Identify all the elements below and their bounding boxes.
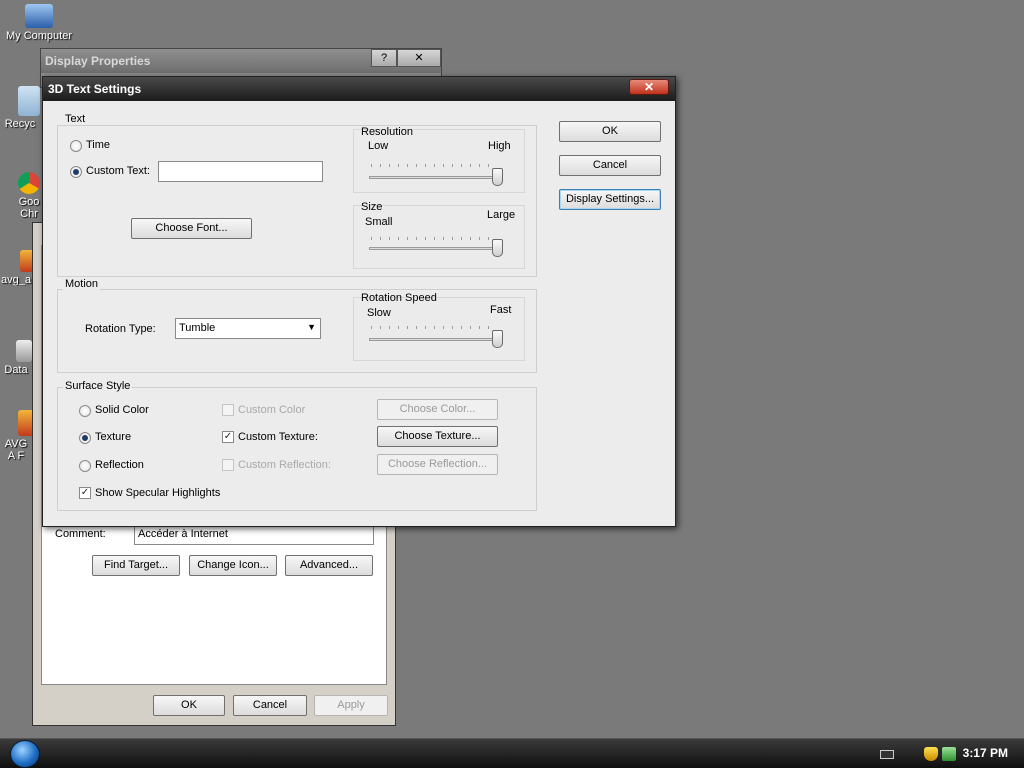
help-button[interactable]: ?	[371, 49, 397, 67]
choose-color-button[interactable]: Choose Color...	[377, 399, 498, 420]
motion-group-label: Motion	[63, 278, 101, 290]
rotation-speed-min-label: Slow	[367, 307, 391, 319]
reflection-radio[interactable]	[79, 460, 91, 472]
size-max-label: Large	[487, 209, 516, 221]
size-slider-track	[369, 247, 501, 250]
desktop-icon-google-chrome[interactable]: Goo Chr	[14, 172, 44, 220]
ok-button[interactable]: OK	[559, 121, 661, 142]
cancel-button[interactable]: Cancel	[559, 155, 661, 176]
rotation-type-label: Rotation Type:	[85, 323, 156, 335]
time-radio[interactable]	[70, 140, 82, 152]
change-icon-button[interactable]: Change Icon...	[189, 555, 277, 576]
solid-color-label[interactable]: Solid Color	[95, 404, 149, 416]
cancel-button[interactable]: Cancel	[233, 695, 307, 716]
3d-text-settings-dialog: 3D Text Settings ✕ Text Time Custom Text…	[42, 76, 676, 527]
desktop-icon-data[interactable]: Data	[0, 340, 32, 376]
texture-label[interactable]: Texture	[95, 431, 131, 443]
custom-color-checkbox[interactable]	[222, 404, 234, 416]
custom-text-radio[interactable]	[70, 166, 82, 178]
close-button[interactable]: ✕	[629, 79, 669, 95]
computer-icon	[25, 4, 53, 28]
window-title: Display Properties	[45, 54, 151, 68]
size-slider-thumb[interactable]	[492, 239, 503, 257]
resolution-ticks	[371, 164, 497, 167]
network-icon[interactable]	[942, 747, 956, 761]
desktop-icon-label: My Computer	[5, 30, 73, 42]
avg-icon	[20, 250, 32, 272]
resolution-slider-track	[369, 176, 501, 179]
custom-reflection-label: Custom Reflection:	[238, 459, 331, 471]
apply-button[interactable]: Apply	[314, 695, 388, 716]
desktop-icon-recycle-bin[interactable]: Recyc	[0, 86, 42, 130]
custom-color-label: Custom Color	[238, 404, 306, 416]
size-ticks	[371, 237, 497, 240]
custom-texture-label[interactable]: Custom Texture:	[238, 431, 318, 443]
size-label: Size	[361, 201, 383, 213]
choose-font-button[interactable]: Choose Font...	[131, 218, 252, 239]
desktop-icon-label: AVG A F	[4, 438, 28, 462]
rotation-type-value: Tumble	[179, 322, 216, 334]
desktop-icon-label: Data	[4, 364, 28, 376]
custom-texture-checkbox[interactable]: ✓	[222, 431, 234, 443]
dialog-titlebar: 3D Text Settings ✕	[43, 77, 675, 101]
choose-texture-button[interactable]: Choose Texture...	[377, 426, 498, 447]
time-label[interactable]: Time	[86, 139, 110, 151]
surface-style-group-label: Surface Style	[63, 380, 133, 392]
rotation-speed-ticks	[371, 326, 497, 329]
close-button[interactable]: ✕	[397, 49, 441, 67]
custom-reflection-checkbox[interactable]	[222, 459, 234, 471]
rotation-speed-max-label: Fast	[490, 304, 512, 316]
texture-radio[interactable]	[79, 432, 91, 444]
system-clock[interactable]: 3:17 PM	[963, 746, 1008, 760]
shortcut-icon	[16, 340, 32, 362]
ok-button[interactable]: OK	[153, 695, 225, 716]
desktop-icon-avg-a[interactable]: avg_a	[0, 250, 32, 286]
start-button[interactable]	[10, 740, 40, 768]
keyboard-icon[interactable]	[880, 750, 894, 759]
comment-label: Comment:	[55, 528, 106, 540]
rotation-speed-slider-track	[369, 338, 501, 341]
desktop-icon-avg-antivirus[interactable]: AVG A F	[0, 410, 32, 462]
rotation-speed-label: Rotation Speed	[361, 292, 437, 304]
resolution-min-label: Low	[368, 140, 389, 152]
text-group-label: Text	[63, 113, 88, 125]
specular-highlights-label[interactable]: Show Specular Highlights	[95, 487, 220, 499]
dialog-title: 3D Text Settings	[48, 82, 142, 96]
desktop-icon-my-computer[interactable]: My Computer	[0, 4, 78, 42]
solid-color-radio[interactable]	[79, 405, 91, 417]
resolution-slider-thumb[interactable]	[492, 168, 503, 186]
display-settings-button[interactable]: Display Settings...	[559, 189, 661, 210]
reflection-label[interactable]: Reflection	[95, 459, 144, 471]
desktop-icon-label: avg_a	[1, 274, 31, 286]
security-shield-icon[interactable]	[924, 747, 938, 761]
avg-icon	[18, 410, 32, 436]
recycle-bin-icon	[18, 86, 40, 116]
custom-text-field[interactable]	[158, 161, 323, 182]
resolution-max-label: High	[488, 140, 511, 152]
rotation-type-select[interactable]: Tumble ▼	[175, 318, 321, 339]
rotation-speed-slider-thumb[interactable]	[492, 330, 503, 348]
comment-field[interactable]: Accéder à Internet	[134, 524, 374, 545]
resolution-label: Resolution	[361, 126, 413, 138]
find-target-button[interactable]: Find Target...	[92, 555, 180, 576]
custom-text-label[interactable]: Custom Text:	[86, 165, 150, 177]
desktop-icon-label: Goo Chr	[18, 196, 40, 220]
choose-reflection-button[interactable]: Choose Reflection...	[377, 454, 498, 475]
specular-highlights-checkbox[interactable]: ✓	[79, 487, 91, 499]
chrome-icon	[18, 172, 40, 194]
taskbar: 3:17 PM	[0, 738, 1024, 768]
chevron-down-icon: ▼	[307, 322, 316, 332]
desktop-icon-label: Recyc	[4, 118, 36, 130]
size-min-label: Small	[365, 216, 393, 228]
advanced-button[interactable]: Advanced...	[285, 555, 373, 576]
